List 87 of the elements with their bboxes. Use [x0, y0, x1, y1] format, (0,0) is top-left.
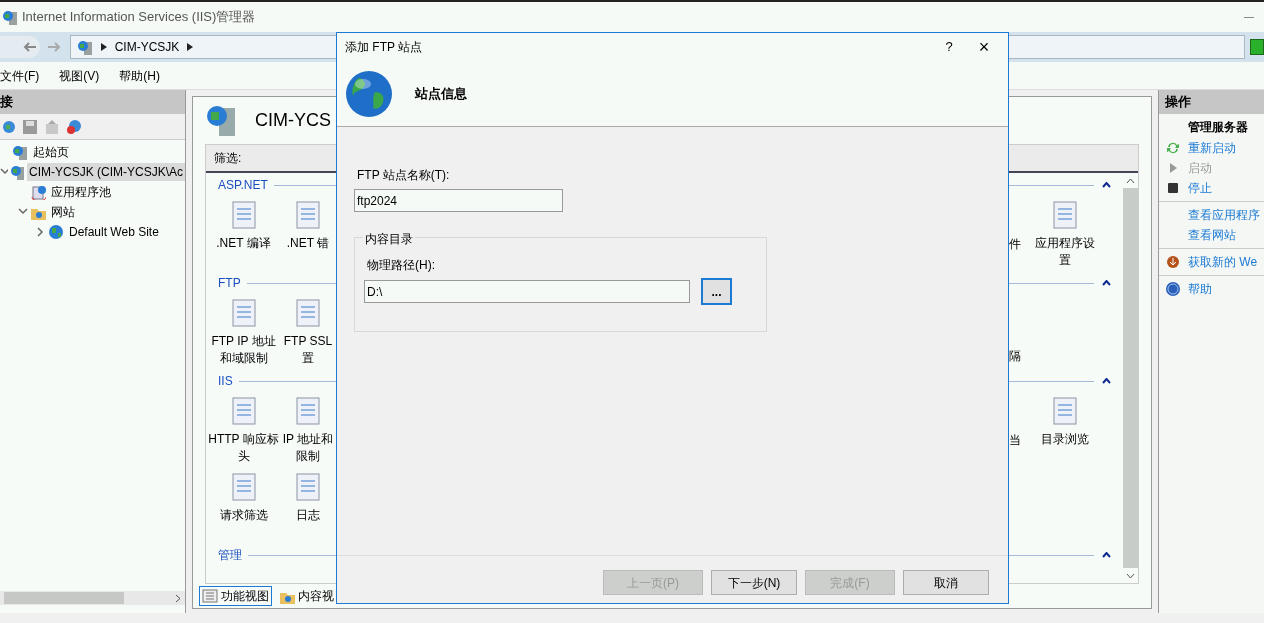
input-field[interactable]: D:\: [364, 280, 690, 303]
upload-icon[interactable]: [44, 118, 60, 135]
feature-label[interactable]: FTP IP 地址和域限制: [207, 333, 280, 367]
section-title: IIS: [218, 373, 233, 390]
feature-label[interactable]: 当: [1009, 431, 1032, 467]
feature-label[interactable]: .NET 编译: [207, 235, 280, 252]
section-heading: 管理服务器: [1187, 119, 1249, 136]
menu-item[interactable]: 视图(V): [59, 66, 100, 85]
download-icon: [1165, 254, 1181, 270]
scrollbar-thumb[interactable]: [4, 592, 124, 604]
app-icon: [2, 9, 18, 25]
help-icon: [1165, 281, 1181, 297]
minimize-icon[interactable]: [1244, 16, 1254, 18]
browse-button[interactable]: ...: [701, 278, 732, 305]
back-button[interactable]: [0, 36, 40, 58]
scroll-up-icon: [1126, 177, 1135, 184]
collapse-icon[interactable]: [1102, 552, 1111, 558]
action-link[interactable]: 停止: [1188, 179, 1212, 197]
menu-item[interactable]: 帮助(H): [119, 66, 160, 85]
server-icon: [12, 144, 28, 160]
collapse-icon[interactable]: [1102, 280, 1111, 286]
action-link[interactable]: 查看网站: [1188, 226, 1236, 244]
tree-item[interactable]: CIM-YCSJK (CIM-YCSJK\Ac: [27, 163, 185, 181]
section-title: ASP.NET: [218, 177, 268, 194]
field-label: 物理路径(H):: [367, 257, 435, 274]
dialog-button[interactable]: 取消: [903, 570, 989, 595]
close-button[interactable]: ×: [964, 33, 1004, 61]
dialog-title: 添加 FTP 站点: [345, 39, 423, 56]
collapse-icon[interactable]: [1102, 378, 1111, 384]
tree-item[interactable]: 应用程序池: [49, 183, 113, 201]
stop-icon: [1165, 180, 1181, 196]
feature-label[interactable]: .NET 错: [280, 235, 336, 252]
page-heading: 站点信息: [415, 84, 467, 103]
section-title: 管理: [218, 547, 242, 564]
server-icon: [76, 39, 93, 55]
help-button[interactable]: ?: [934, 37, 964, 57]
action-link[interactable]: 帮助: [1188, 280, 1212, 298]
feature-label[interactable]: 目录浏览: [1032, 431, 1098, 448]
action-link[interactable]: 重新启动: [1188, 139, 1236, 157]
page-title: CIM-YCS: [255, 108, 331, 132]
dialog-button[interactable]: 下一步(N): [711, 570, 797, 595]
feature-label[interactable]: 件: [1009, 235, 1032, 271]
input-field[interactable]: ftp2024: [354, 189, 563, 212]
feature-label[interactable]: 应用程序设置: [1032, 235, 1098, 269]
section-title: FTP: [218, 275, 241, 292]
scroll-down-icon: [1126, 572, 1135, 579]
action-link[interactable]: 查看应用程序: [1188, 206, 1260, 224]
disconnect-icon[interactable]: [66, 118, 82, 135]
collapse-icon[interactable]: [18, 207, 28, 217]
scroll-down-button[interactable]: [1123, 568, 1138, 583]
triangle-icon[interactable]: [187, 43, 194, 51]
list-icon: [202, 588, 218, 604]
tree-item[interactable]: 网站: [49, 203, 77, 221]
globe-icon[interactable]: [2, 119, 16, 134]
action-link[interactable]: 获取新的 We: [1188, 253, 1258, 271]
panel-header: 接: [0, 90, 185, 114]
collapse-icon[interactable]: [0, 167, 9, 177]
feature-label[interactable]: HTTP 响应标头: [207, 431, 280, 465]
field-label: FTP 站点名称(T):: [357, 167, 450, 184]
collapse-icon[interactable]: [1102, 182, 1111, 188]
feature-label[interactable]: FTP SSL 置: [280, 333, 336, 367]
breadcrumb-item[interactable]: CIM-YCSJK: [114, 38, 180, 56]
scroll-up-button[interactable]: [1123, 173, 1138, 188]
menu-item[interactable]: 文件(F): [0, 66, 40, 85]
action-link: 启动: [1188, 160, 1212, 177]
globe-icon: [48, 224, 64, 240]
view-tab[interactable]: 内容视: [276, 586, 337, 606]
server-icon: [10, 164, 24, 180]
refresh-icon: [1165, 140, 1181, 156]
tree-item[interactable]: 起始页: [31, 143, 71, 161]
expand-icon[interactable]: [36, 227, 46, 237]
triangle-icon[interactable]: [100, 43, 107, 51]
feature-label[interactable]: IP 地址和限制: [280, 431, 336, 465]
globe-icon: [345, 69, 393, 118]
feature-label[interactable]: 隔: [1009, 347, 1032, 369]
tree-item[interactable]: Default Web Site: [67, 223, 161, 241]
forward-arrow-icon[interactable]: [45, 41, 62, 53]
back-arrow-icon: [21, 41, 38, 53]
save-icon[interactable]: [22, 118, 38, 135]
panel-header: 操作: [1159, 90, 1264, 114]
filter-label: 筛选:: [214, 150, 242, 167]
feature-label[interactable]: 日志: [280, 507, 336, 524]
scroll-right-icon[interactable]: [175, 593, 181, 603]
group-title: 内容目录: [363, 230, 415, 248]
window-title: Internet Information Services (IIS)管理器: [22, 8, 256, 27]
feature-label[interactable]: 请求筛选: [207, 507, 280, 524]
view-tab[interactable]: 功能视图: [199, 586, 272, 606]
